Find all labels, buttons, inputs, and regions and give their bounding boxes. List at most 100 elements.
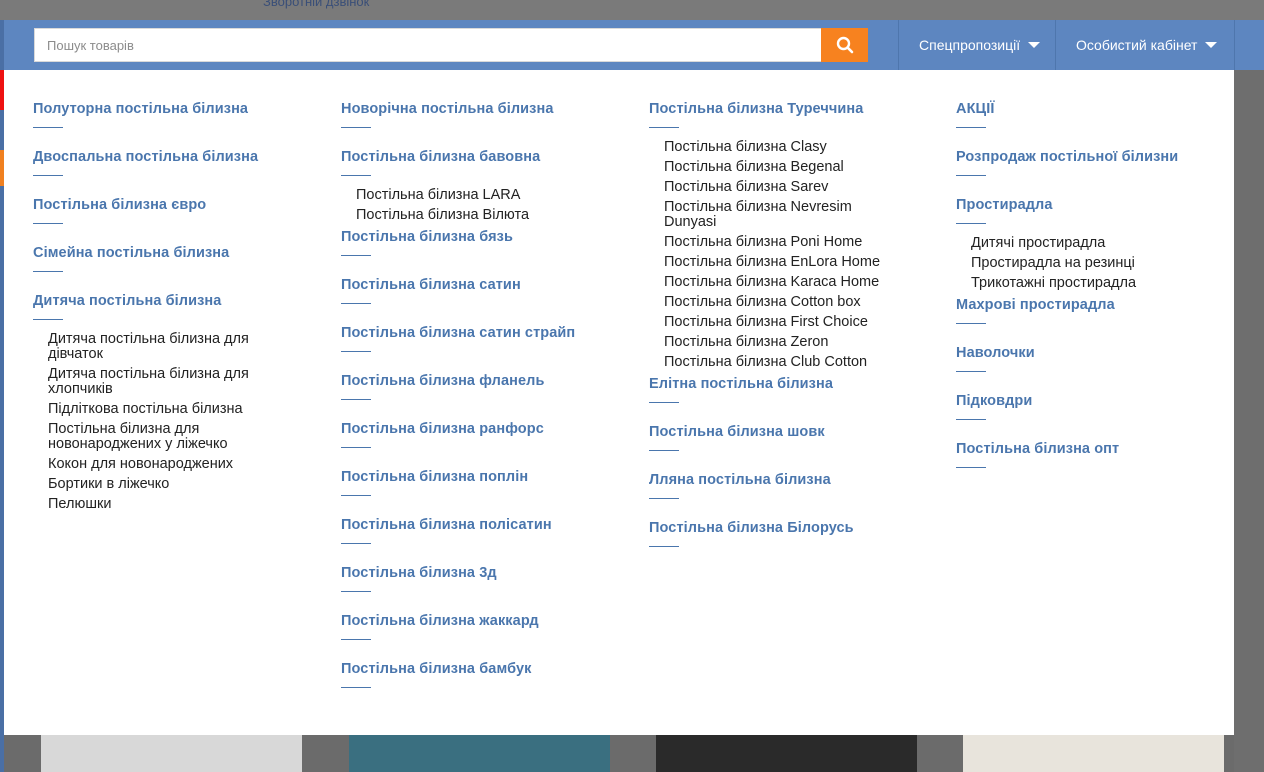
- menu-subcategory-link[interactable]: Трикотажні простирадла: [971, 276, 1211, 291]
- menu-subcategory-link[interactable]: Постільна білизна Cotton box: [664, 295, 904, 310]
- category-underline: [649, 402, 679, 403]
- menu-category-link[interactable]: Розпродаж постільної білизни: [956, 148, 1246, 166]
- search-icon: [836, 36, 853, 54]
- menu-subcategory-link[interactable]: Дитяча постільна білизна для дівчаток: [48, 332, 288, 362]
- subcategory-list: Дитячі простирадла Простирадла на резинці…: [956, 236, 1246, 291]
- menu-subcategory-link[interactable]: Постільна білизна EnLora Home: [664, 255, 904, 270]
- menu-category-link[interactable]: Лляна постільна білизна: [649, 471, 939, 489]
- menu-subcategory-link[interactable]: Постільна білизна Zeron: [664, 335, 904, 350]
- menu-category-link[interactable]: Полуторна постільна білизна: [33, 100, 323, 118]
- category-underline: [341, 303, 371, 304]
- chevron-down-icon: [1205, 42, 1218, 48]
- menu-subcategory-link[interactable]: Постільна білизна LARA: [356, 188, 596, 203]
- menu-category-link[interactable]: Постільна білизна Білорусь: [649, 519, 939, 537]
- menu-subcategory-link[interactable]: Пелюшки: [48, 497, 288, 512]
- menu-category-link[interactable]: Постільна білизна бавовна: [341, 148, 631, 166]
- menu-subcategory-link[interactable]: Постільна білизна Karaca Home: [664, 275, 904, 290]
- menu-category-link[interactable]: Постільна білизна полісатин: [341, 516, 631, 534]
- category-underline: [33, 223, 63, 224]
- menu-category-link[interactable]: АКЦІЇ: [956, 100, 1246, 118]
- menu-subcategory-link[interactable]: Постільна білизна First Choice: [664, 315, 904, 330]
- category-underline: [33, 271, 63, 272]
- product-thumbnail[interactable]: [41, 735, 302, 772]
- menu-subcategory-link[interactable]: Постільна білизна Nevresim Dunyasi: [664, 200, 904, 230]
- menu-category-link[interactable]: Наволочки: [956, 344, 1246, 362]
- product-thumbnail[interactable]: [963, 735, 1224, 772]
- menu-category-link[interactable]: Дитяча постільна білизна: [33, 292, 323, 310]
- nav-special-offers-label: Спецпропозиції: [919, 37, 1021, 53]
- menu-column-4: АКЦІЇ Розпродаж постільної білизни Простир…: [956, 100, 1246, 488]
- category-underline: [341, 687, 371, 688]
- category-underline: [956, 127, 986, 128]
- menu-category-link[interactable]: Новорічна постільна білизна: [341, 100, 631, 118]
- category-underline: [956, 323, 986, 324]
- callback-link[interactable]: Зворотній дзвінок: [263, 0, 369, 9]
- category-underline: [341, 399, 371, 400]
- category-underline: [341, 639, 371, 640]
- menu-category-link[interactable]: Постільна білизна шовк: [649, 423, 939, 441]
- menu-category-link[interactable]: Постільна білизна бамбук: [341, 660, 631, 678]
- catalog-mega-menu: Полуторна постільна білизна Двоспальна по…: [4, 70, 1234, 735]
- menu-subcategory-link[interactable]: Постільна білизна Club Cotton: [664, 355, 904, 370]
- menu-category-link[interactable]: Постільна білизна сатин: [341, 276, 631, 294]
- category-underline: [341, 127, 371, 128]
- menu-subcategory-link[interactable]: Підліткова постільна білизна: [48, 402, 288, 417]
- menu-category-link[interactable]: Постільна білизна фланель: [341, 372, 631, 390]
- category-underline: [341, 543, 371, 544]
- category-underline: [341, 447, 371, 448]
- search-button[interactable]: [821, 28, 868, 62]
- menu-subcategory-link[interactable]: Дитячі простирадла: [971, 236, 1211, 251]
- category-underline: [341, 255, 371, 256]
- category-underline: [33, 127, 63, 128]
- subcategory-list: Постільна білизна LARA Постільна білизна …: [341, 188, 631, 223]
- category-underline: [341, 495, 371, 496]
- nav-account-label: Особистий кабінет: [1076, 37, 1198, 53]
- chevron-down-icon: [1028, 42, 1041, 48]
- menu-subcategory-link[interactable]: Постільна білизна Clasy: [664, 140, 904, 155]
- menu-category-link[interactable]: Постільна білизна поплін: [341, 468, 631, 486]
- menu-subcategory-link[interactable]: Дитяча постільна білизна для хлопчиків: [48, 367, 288, 397]
- menu-category-link[interactable]: Сімейна постільна білизна: [33, 244, 323, 262]
- menu-subcategory-link[interactable]: Бортики в ліжечко: [48, 477, 288, 492]
- category-underline: [956, 223, 986, 224]
- menu-category-link[interactable]: Постільна білизна бязь: [341, 228, 631, 246]
- menu-category-link[interactable]: Постільна білизна ранфорс: [341, 420, 631, 438]
- menu-category-link[interactable]: Двоспальна постільна білизна: [33, 148, 323, 166]
- category-underline: [956, 419, 986, 420]
- menu-category-link[interactable]: Підковдри: [956, 392, 1246, 410]
- menu-category-link[interactable]: Простирадла: [956, 196, 1246, 214]
- menu-category-link[interactable]: Елітна постільна білизна: [649, 375, 939, 393]
- search-bar: [34, 28, 868, 62]
- menu-subcategory-link[interactable]: Постільна білизна для новонароджених у л…: [48, 422, 288, 452]
- menu-category-link[interactable]: Махрові простирадла: [956, 296, 1246, 314]
- menu-category-link[interactable]: Постільна білизна жаккард: [341, 612, 631, 630]
- category-underline: [341, 175, 371, 176]
- category-underline: [341, 591, 371, 592]
- search-input[interactable]: [34, 28, 822, 62]
- menu-subcategory-link[interactable]: Постільна білизна Poni Home: [664, 235, 904, 250]
- nav-account[interactable]: Особистий кабінет: [1055, 20, 1235, 70]
- category-underline: [649, 450, 679, 451]
- menu-category-link[interactable]: Постільна білизна опт: [956, 440, 1246, 458]
- subcategory-list: Постільна білизна Clasy Постільна білизна…: [649, 140, 939, 370]
- category-underline: [649, 498, 679, 499]
- menu-column-1: Полуторна постільна білизна Двоспальна по…: [33, 100, 323, 517]
- category-underline: [649, 127, 679, 128]
- menu-subcategory-link[interactable]: Кокон для новонароджених: [48, 457, 288, 472]
- menu-subcategory-link[interactable]: Постільна білизна Begenal: [664, 160, 904, 175]
- menu-category-link[interactable]: Постільна білизна Туреччина: [649, 100, 939, 118]
- product-thumbnail[interactable]: [656, 735, 917, 772]
- subcategory-list: Дитяча постільна білизна для дівчаток Дит…: [33, 332, 323, 512]
- menu-category-link[interactable]: Постільна білизна 3д: [341, 564, 631, 582]
- category-underline: [956, 467, 986, 468]
- product-thumbnail[interactable]: [349, 735, 610, 772]
- menu-subcategory-link[interactable]: Постільна білизна Sarev: [664, 180, 904, 195]
- category-underline: [33, 175, 63, 176]
- menu-subcategory-link[interactable]: Постільна білизна Вілюта: [356, 208, 596, 223]
- menu-column-2: Новорічна постільна білизна Постільна біл…: [341, 100, 631, 708]
- header-bar: Спецпропозиції Особистий кабінет: [4, 20, 1264, 70]
- menu-category-link[interactable]: Постільна білизна сатин страйп: [341, 324, 631, 342]
- menu-category-link[interactable]: Постільна білизна євро: [33, 196, 323, 214]
- menu-subcategory-link[interactable]: Простирадла на резинці: [971, 256, 1211, 271]
- nav-special-offers[interactable]: Спецпропозиції: [898, 20, 1055, 70]
